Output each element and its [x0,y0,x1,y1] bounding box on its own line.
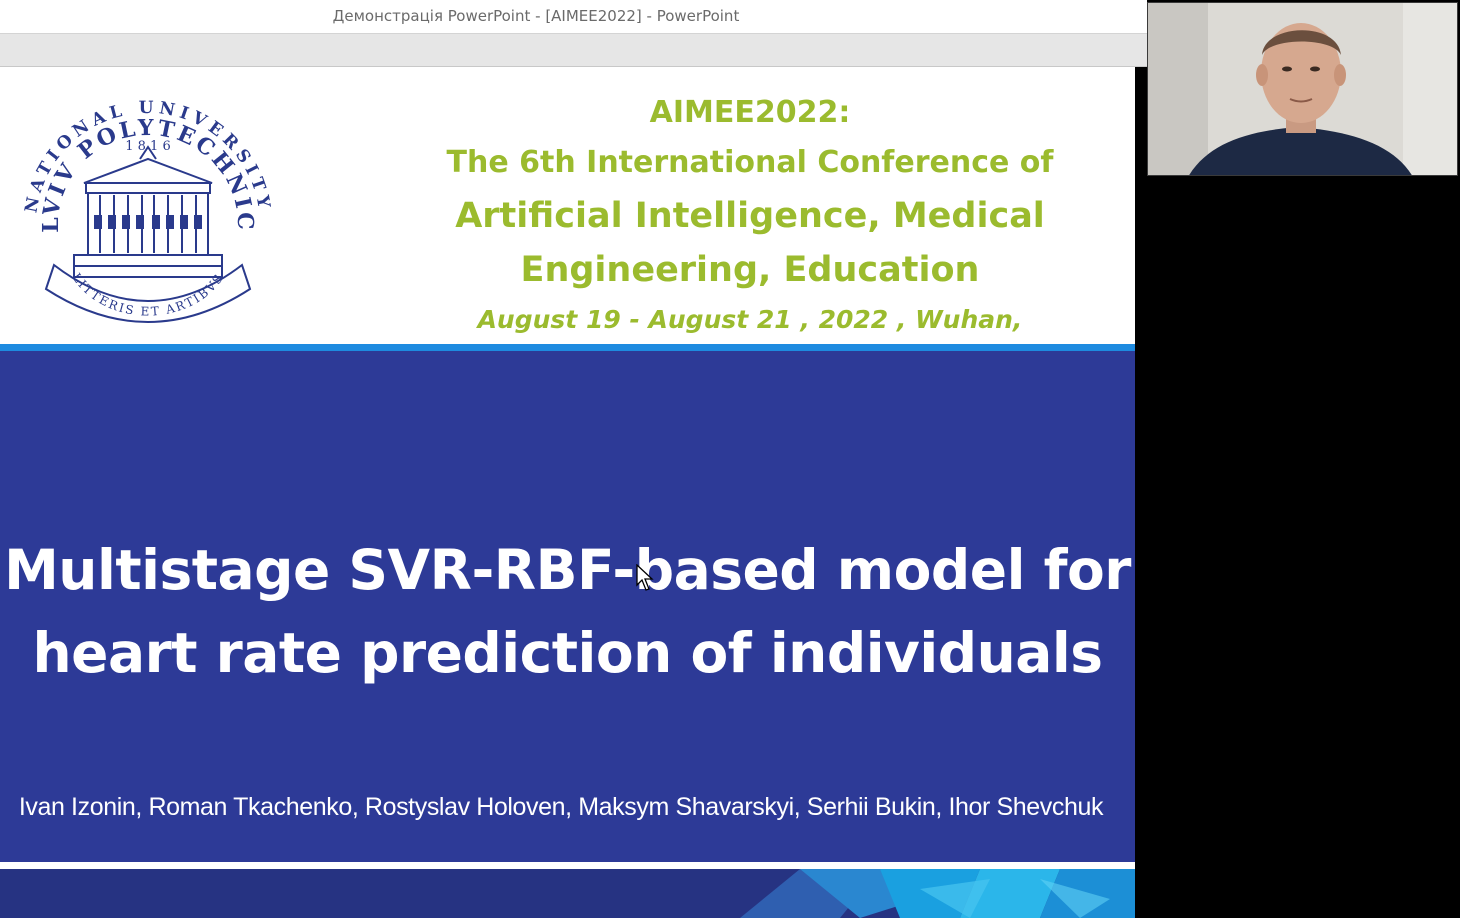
presentation-slide: NATIONAL UNIVERSITY LVIV POLYTECHNIC 1 8… [0,67,1135,918]
slide-authors: Ivan Izonin, Roman Tkachenko, Rostyslav … [18,793,1104,821]
mouse-pointer-icon [636,564,654,591]
slide-header: NATIONAL UNIVERSITY LVIV POLYTECHNIC 1 8… [0,67,1135,380]
slide-title: Multistage SVR-RBF-based model for heart… [0,529,1135,695]
screen-share-background [1135,67,1460,918]
conference-edition: The 6th International Conference of [446,145,1054,180]
presenter-video-frame [1148,3,1457,175]
slide-title-line2: heart rate prediction of individuals [32,621,1104,685]
presentation-toolbar-strip [0,33,1147,67]
conference-topic-line2: Engineering, Education [520,250,980,290]
university-emblem-logo: NATIONAL UNIVERSITY LVIV POLYTECHNIC 1 8… [21,98,269,323]
conference-acronym: AIMEE2022: [649,95,851,130]
window-title: Демонстрація PowerPoint - [AIMEE2022] - … [332,7,740,25]
footer-divider [0,862,1135,869]
webcam-video [1147,2,1458,176]
header-divider [0,344,1135,351]
footer-polygon-decoration [740,869,1135,918]
slide-footer-graphic [0,869,1135,918]
window-title-bar: Демонстрація PowerPoint - [AIMEE2022] - … [0,0,1147,33]
conference-topic-line1: Artificial Intelligence, Medical [455,196,1045,236]
slide-title-line1: Multistage SVR-RBF-based model for [4,538,1131,602]
